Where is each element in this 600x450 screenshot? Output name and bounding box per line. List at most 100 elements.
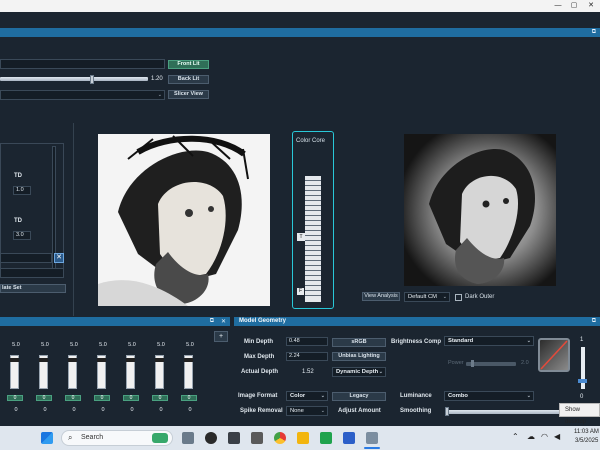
fader-reset-button[interactable]: 0	[94, 395, 110, 401]
preview-area: TD 1.0 TD 3.0 ✕ late Set Color Core T F	[0, 123, 600, 316]
scale-tick	[305, 290, 321, 291]
slicer-view-button[interactable]: Slicer View	[168, 90, 209, 99]
close-icon[interactable]: ✕	[221, 318, 226, 325]
front-lit-button[interactable]: Front Lit	[168, 60, 209, 69]
scale-tick	[305, 220, 321, 221]
td-spinner-1[interactable]: 1.0	[13, 186, 31, 195]
fader-knob[interactable]	[97, 358, 106, 362]
min-depth-input[interactable]: 0.48	[286, 337, 328, 346]
fader-slider[interactable]	[10, 355, 19, 389]
maximize-button[interactable]: ▢	[566, 0, 582, 12]
volume-icon[interactable]: ◀	[554, 432, 560, 441]
power-slider-thumb[interactable]	[471, 360, 474, 367]
left-field-1[interactable]	[0, 253, 52, 263]
colormap-select[interactable]: Default CM ⌄	[404, 292, 450, 302]
restore-icon[interactable]: ⧉	[210, 318, 214, 325]
fader-knob[interactable]	[126, 358, 135, 362]
smoothing-slider[interactable]	[446, 410, 560, 414]
app-icon-6[interactable]	[366, 432, 378, 444]
fader-bottom-value: 0	[72, 407, 76, 413]
scale-tick	[305, 180, 321, 181]
windows-start-icon[interactable]	[41, 432, 53, 444]
app-icon-2[interactable]	[228, 432, 240, 444]
taskbar-search[interactable]: ⌕ Search	[61, 430, 173, 446]
color-core-marker[interactable]: T	[297, 233, 305, 241]
right-slider-bottom-value: 0	[580, 394, 584, 400]
chrome-icon[interactable]	[274, 432, 286, 444]
search-icon: ⌕	[68, 433, 73, 442]
folder-icon[interactable]	[297, 432, 309, 444]
fader-slider[interactable]	[155, 355, 164, 389]
scale-tick	[305, 245, 321, 246]
smoothing-label: Smoothing	[400, 408, 432, 414]
cloud-icon[interactable]: ☁	[527, 432, 535, 441]
top-input-1[interactable]	[0, 59, 165, 69]
dark-outer-checkbox[interactable]	[455, 294, 462, 301]
left-panel-scrollbar[interactable]	[52, 146, 56, 270]
taskbar: ⌕ Search ⌃ ☁ ◠ ◀ 11:03 AM 3/5/2025	[0, 426, 600, 450]
td-label-1: TD	[14, 173, 22, 179]
right-vertical-slider-thumb[interactable]	[578, 379, 587, 383]
task-view-icon[interactable]	[182, 432, 194, 444]
brightness-comp-select[interactable]: Standard ⌄	[444, 336, 534, 346]
back-lit-button[interactable]: Back Lit	[168, 75, 209, 84]
fader-reset-button[interactable]: 0	[181, 395, 197, 401]
model-geometry-header: Model Geometry ⧉	[234, 317, 600, 326]
image-format-select[interactable]: Color ⌄	[286, 391, 328, 401]
fader-knob[interactable]	[155, 358, 164, 362]
smoothing-slider-thumb[interactable]	[445, 407, 449, 416]
fader-knob[interactable]	[10, 358, 19, 362]
chevron-up-icon[interactable]: ⌃	[512, 432, 519, 441]
spike-removal-select[interactable]: None ⌄	[286, 406, 328, 416]
fader-slider[interactable]	[97, 355, 106, 389]
fader-reset-button[interactable]: 0	[65, 395, 81, 401]
template-set-button[interactable]: late Set	[0, 284, 66, 293]
chevron-down-icon: ⌄	[526, 338, 531, 344]
scale-tick	[305, 250, 321, 251]
image-format-value: Color	[290, 393, 306, 399]
restore-icon[interactable]: ⧉	[592, 28, 596, 37]
lighting-slider[interactable]	[0, 77, 148, 81]
fader-slider[interactable]	[39, 355, 48, 389]
fader-reset-button[interactable]: 0	[36, 395, 52, 401]
close-button[interactable]: ✕	[583, 0, 599, 12]
fader-knob[interactable]	[184, 358, 193, 362]
spike-removal-value: None	[290, 408, 304, 414]
app-icon-4[interactable]	[320, 432, 332, 444]
left-field-2[interactable]	[0, 268, 64, 278]
fader-reset-button[interactable]: 0	[7, 395, 23, 401]
scale-tick	[305, 215, 321, 216]
minimize-button[interactable]: —	[550, 0, 566, 12]
lighting-slider-thumb[interactable]	[90, 75, 94, 84]
fader-slider[interactable]	[126, 355, 135, 389]
srgb-button[interactable]: sRGB	[332, 338, 386, 347]
fader-reset-button[interactable]: 0	[123, 395, 139, 401]
dynamic-depth-select[interactable]: Dynamic Depth ⌄	[332, 367, 386, 377]
fader-knob[interactable]	[39, 358, 48, 362]
fader-reset-button[interactable]: 0	[152, 395, 168, 401]
fader-slider[interactable]	[68, 355, 77, 389]
app-icon-3[interactable]	[251, 432, 263, 444]
scale-tick	[305, 190, 321, 191]
color-swatch[interactable]	[538, 338, 570, 372]
wifi-icon[interactable]: ◠	[541, 432, 548, 441]
app-icon-5[interactable]	[343, 432, 355, 444]
clock-date[interactable]: 3/5/2025	[575, 438, 598, 444]
luminance-select[interactable]: Combo ⌄	[444, 391, 534, 401]
legacy-button[interactable]: Legacy	[332, 392, 386, 401]
app-icon-1[interactable]	[205, 432, 217, 444]
max-depth-input[interactable]: 2.24	[286, 352, 328, 361]
td-spinner-2[interactable]: 3.0	[13, 231, 31, 240]
add-button[interactable]: +	[214, 331, 228, 342]
clear-icon[interactable]: ✕	[54, 253, 64, 263]
unbias-lighting-button[interactable]: Unbias Lighting	[332, 352, 386, 361]
fader-bottom-value: 0	[43, 407, 47, 413]
top-input-3[interactable]: ⌄	[0, 90, 165, 100]
view-analysis-button[interactable]: View Analysis	[362, 292, 400, 301]
fader-slider[interactable]	[184, 355, 193, 389]
color-core-bottom-marker[interactable]: F	[297, 288, 304, 295]
fader-knob[interactable]	[68, 358, 77, 362]
restore-icon[interactable]: ⧉	[592, 318, 596, 325]
depth-image	[404, 134, 556, 286]
clock-time[interactable]: 11:03 AM	[574, 429, 599, 435]
